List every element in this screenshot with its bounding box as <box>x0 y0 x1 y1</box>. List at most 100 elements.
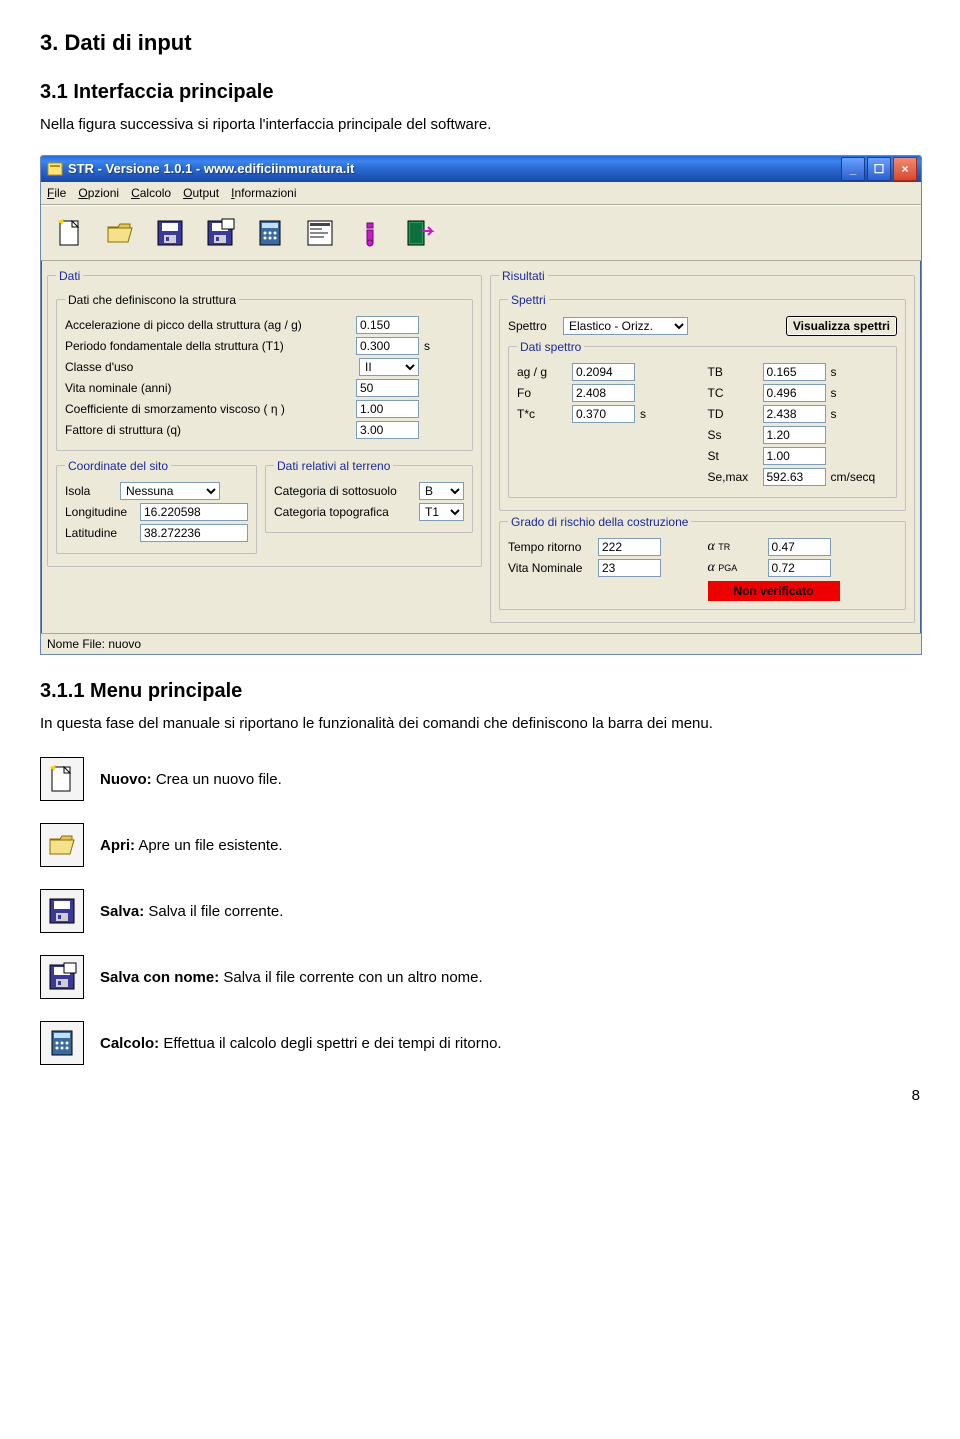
lbl-spettro: Spettro <box>508 319 558 333</box>
unit-tb: s <box>831 365 871 379</box>
window-title: STR - Versione 1.0.1 - www.edificiinmura… <box>68 161 354 176</box>
menu-calcolo[interactable]: Calcolo <box>131 186 171 200</box>
input-lon[interactable] <box>140 503 248 521</box>
tool-info-button[interactable] <box>349 212 391 254</box>
lbl-q: Fattore di struttura (q) <box>65 423 351 437</box>
input-td[interactable] <box>763 405 826 423</box>
menubar: File Opzioni Calcolo Output Informazioni <box>41 182 921 205</box>
select-isola[interactable]: Nessuna <box>120 482 220 500</box>
doc-heading-2: 3.1 Interfaccia principale <box>40 81 920 104</box>
input-alpha-tr[interactable] <box>768 538 831 556</box>
salva-bold: Salva: <box>100 903 144 920</box>
apri-text: Apre un file esistente. <box>135 837 283 854</box>
lbl-tccap: TC <box>708 386 758 400</box>
lbl-vita: Vita nominale (anni) <box>65 381 351 395</box>
lbl-alpha-pga: α PGA <box>708 560 763 576</box>
calcolo-bold: Calcolo: <box>100 1035 159 1052</box>
input-vita-nominale[interactable] <box>598 559 661 577</box>
tool-new-button[interactable] <box>49 212 91 254</box>
tool-output-button[interactable] <box>299 212 341 254</box>
menu-informazioni[interactable]: Informazioni <box>231 186 296 200</box>
salvanome-bold: Salva con nome: <box>100 969 219 986</box>
doc-heading-1: 3. Dati di input <box>40 30 920 56</box>
non-verificato-badge: Non verificato <box>708 581 840 601</box>
content-area: Dati Dati che definiscono la struttura A… <box>41 261 921 633</box>
lbl-alpha-tr: α TR <box>708 539 763 555</box>
group-spettri-legend: Spettri <box>508 293 549 307</box>
input-ag[interactable] <box>356 316 419 334</box>
tool-open-button[interactable] <box>99 212 141 254</box>
input-tc[interactable] <box>572 405 635 423</box>
unit-td: s <box>831 407 871 421</box>
input-tempo-ritorno[interactable] <box>598 538 661 556</box>
lbl-agg: ag / g <box>517 365 567 379</box>
group-grado: Grado di rischio della costruzione Tempo… <box>499 515 906 610</box>
menu-file[interactable]: File <box>47 186 66 200</box>
input-agg[interactable] <box>572 363 635 381</box>
lbl-isola: Isola <box>65 484 115 498</box>
group-dati: Dati Dati che definiscono la struttura A… <box>47 269 482 567</box>
lbl-tc: T*c <box>517 407 567 421</box>
visualizza-spettri-button[interactable]: Visualizza spettri <box>786 316 897 336</box>
app-icon <box>47 161 63 177</box>
select-spettro[interactable]: Elastico - Orizz. <box>563 317 688 335</box>
calcolo-text: Effettua il calcolo degli spettri e dei … <box>159 1035 501 1052</box>
input-st[interactable] <box>763 447 826 465</box>
menu-opzioni[interactable]: Opzioni <box>78 186 119 200</box>
lbl-eta: Coefficiente di smorzamento viscoso ( η … <box>65 402 351 416</box>
lbl-classe: Classe d'uso <box>65 360 354 374</box>
open-file-icon <box>40 823 84 867</box>
minimize-button[interactable]: _ <box>841 157 865 181</box>
unit-se: cm/secq <box>831 470 871 484</box>
close-button[interactable]: × <box>893 157 917 181</box>
paragraph-2: In questa fase del manuale si riportano … <box>40 713 920 736</box>
group-datispettro: Dati spettro ag / g Fo <box>508 340 897 498</box>
group-terreno: Dati relativi al terreno Categoria di so… <box>265 459 473 533</box>
input-q[interactable] <box>356 421 419 439</box>
input-tccap[interactable] <box>763 384 826 402</box>
select-classe[interactable]: II <box>359 358 419 376</box>
input-tb[interactable] <box>763 363 826 381</box>
lbl-td: TD <box>708 407 758 421</box>
lbl-topografica: Categoria topografica <box>274 505 414 519</box>
salvanome-text: Salva il file corrente con un altro nome… <box>219 969 482 986</box>
lbl-se: Se,max <box>708 470 758 484</box>
app-window: STR - Versione 1.0.1 - www.edificiinmura… <box>40 155 922 655</box>
lbl-lon: Longitudine <box>65 505 135 519</box>
menu-output[interactable]: Output <box>183 186 219 200</box>
calculator-icon <box>40 1021 84 1065</box>
unit-tcc: s <box>831 386 871 400</box>
tool-saveas-button[interactable] <box>199 212 241 254</box>
input-t1[interactable] <box>356 337 419 355</box>
group-datispettro-legend: Dati spettro <box>517 340 584 354</box>
maximize-button[interactable]: ☐ <box>867 157 891 181</box>
input-se[interactable] <box>763 468 826 486</box>
apri-bold: Apri: <box>100 837 135 854</box>
group-terreno-legend: Dati relativi al terreno <box>274 459 393 473</box>
input-vita[interactable] <box>356 379 419 397</box>
tool-save-button[interactable] <box>149 212 191 254</box>
input-alpha-pga[interactable] <box>768 559 831 577</box>
tool-exit-button[interactable] <box>399 212 441 254</box>
statusbar: Nome File: nuovo <box>41 633 921 654</box>
lbl-fo: Fo <box>517 386 567 400</box>
input-fo[interactable] <box>572 384 635 402</box>
group-coordinate: Coordinate del sito Isola Nessuna Longit… <box>56 459 257 554</box>
input-eta[interactable] <box>356 400 419 418</box>
select-topografica[interactable]: T1 <box>419 503 464 521</box>
lbl-lat: Latitudine <box>65 526 135 540</box>
nuovo-bold: Nuovo: <box>100 771 152 788</box>
salva-text: Salva il file corrente. <box>144 903 283 920</box>
group-risultati: Risultati Spettri Spettro Elastico - Ori… <box>490 269 915 623</box>
lbl-t1: Periodo fondamentale della struttura (T1… <box>65 339 351 353</box>
paragraph-1: Nella figura successiva si riporta l'int… <box>40 114 920 137</box>
input-lat[interactable] <box>140 524 248 542</box>
group-dati-legend: Dati <box>56 269 83 283</box>
select-sottosuolo[interactable]: B <box>419 482 464 500</box>
lbl-tempo-ritorno: Tempo ritorno <box>508 540 593 554</box>
group-spettri: Spettri Spettro Elastico - Orizz. Visual… <box>499 293 906 511</box>
tool-calc-button[interactable] <box>249 212 291 254</box>
input-ss[interactable] <box>763 426 826 444</box>
lbl-ag: Accelerazione di picco della struttura (… <box>65 318 351 332</box>
page-number: 8 <box>40 1087 920 1104</box>
